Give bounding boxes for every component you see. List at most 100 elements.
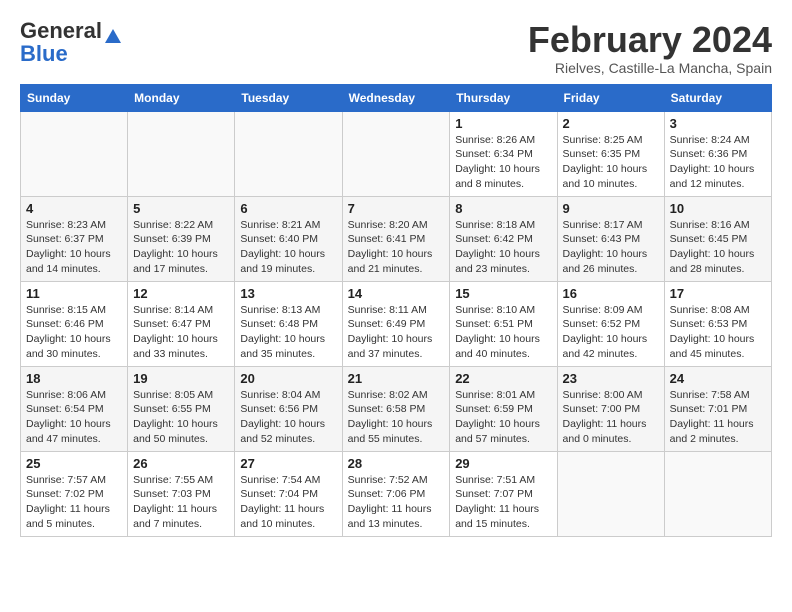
- day-number: 4: [26, 201, 122, 216]
- calendar-cell: 6 Sunrise: 8:21 AM Sunset: 6:40 PM Daylig…: [235, 196, 342, 281]
- day-info: Sunrise: 8:14 AM Sunset: 6:47 PM Dayligh…: [133, 303, 229, 362]
- header-tuesday: Tuesday: [235, 84, 342, 111]
- calendar-cell: 15 Sunrise: 8:10 AM Sunset: 6:51 PM Dayli…: [450, 281, 557, 366]
- day-number: 12: [133, 286, 229, 301]
- day-info: Sunrise: 8:09 AM Sunset: 6:52 PM Dayligh…: [563, 303, 659, 362]
- calendar-cell: 24 Sunrise: 7:58 AM Sunset: 7:01 PM Dayli…: [664, 366, 771, 451]
- calendar-cell: 13 Sunrise: 8:13 AM Sunset: 6:48 PM Dayli…: [235, 281, 342, 366]
- day-number: 20: [240, 371, 336, 386]
- calendar-week-row: 18 Sunrise: 8:06 AM Sunset: 6:54 PM Dayli…: [21, 366, 772, 451]
- day-info: Sunrise: 8:04 AM Sunset: 6:56 PM Dayligh…: [240, 388, 336, 447]
- day-info: Sunrise: 7:58 AM Sunset: 7:01 PM Dayligh…: [670, 388, 766, 447]
- calendar-cell: 4 Sunrise: 8:23 AM Sunset: 6:37 PM Daylig…: [21, 196, 128, 281]
- day-number: 13: [240, 286, 336, 301]
- day-info: Sunrise: 8:15 AM Sunset: 6:46 PM Dayligh…: [26, 303, 122, 362]
- day-info: Sunrise: 8:00 AM Sunset: 7:00 PM Dayligh…: [563, 388, 659, 447]
- logo-text: General: [20, 20, 122, 43]
- calendar-cell: [664, 451, 771, 536]
- calendar-cell: [128, 111, 235, 196]
- calendar-cell: 19Sunrise: 8:05 AM Sunset: 6:55 PM Dayli…: [128, 366, 235, 451]
- calendar-cell: 5 Sunrise: 8:22 AM Sunset: 6:39 PM Daylig…: [128, 196, 235, 281]
- day-number: 5: [133, 201, 229, 216]
- calendar-week-row: 11 Sunrise: 8:15 AM Sunset: 6:46 PM Dayli…: [21, 281, 772, 366]
- day-number: 3: [670, 116, 766, 131]
- day-number: 6: [240, 201, 336, 216]
- day-info: Sunrise: 7:52 AM Sunset: 7:06 PM Dayligh…: [348, 473, 445, 532]
- calendar-cell: 10Sunrise: 8:16 AM Sunset: 6:45 PM Dayli…: [664, 196, 771, 281]
- calendar-cell: 18 Sunrise: 8:06 AM Sunset: 6:54 PM Dayli…: [21, 366, 128, 451]
- calendar-cell: 27Sunrise: 7:54 AM Sunset: 7:04 PM Dayli…: [235, 451, 342, 536]
- calendar-cell: 12 Sunrise: 8:14 AM Sunset: 6:47 PM Dayli…: [128, 281, 235, 366]
- day-number: 14: [348, 286, 445, 301]
- day-info: Sunrise: 8:22 AM Sunset: 6:39 PM Dayligh…: [133, 218, 229, 277]
- calendar-cell: 16 Sunrise: 8:09 AM Sunset: 6:52 PM Dayli…: [557, 281, 664, 366]
- month-title: February 2024: [528, 20, 772, 60]
- day-info: Sunrise: 8:06 AM Sunset: 6:54 PM Dayligh…: [26, 388, 122, 447]
- calendar-cell: 11 Sunrise: 8:15 AM Sunset: 6:46 PM Dayli…: [21, 281, 128, 366]
- day-number: 22: [455, 371, 551, 386]
- day-number: 25: [26, 456, 122, 471]
- day-info: Sunrise: 8:11 AM Sunset: 6:49 PM Dayligh…: [348, 303, 445, 362]
- day-number: 8: [455, 201, 551, 216]
- header-thursday: Thursday: [450, 84, 557, 111]
- day-info: Sunrise: 8:02 AM Sunset: 6:58 PM Dayligh…: [348, 388, 445, 447]
- day-number: 28: [348, 456, 445, 471]
- day-info: Sunrise: 8:08 AM Sunset: 6:53 PM Dayligh…: [670, 303, 766, 362]
- logo-blue: Blue: [20, 43, 68, 65]
- calendar-cell: [342, 111, 450, 196]
- day-info: Sunrise: 8:01 AM Sunset: 6:59 PM Dayligh…: [455, 388, 551, 447]
- day-info: Sunrise: 8:10 AM Sunset: 6:51 PM Dayligh…: [455, 303, 551, 362]
- calendar-cell: [557, 451, 664, 536]
- day-number: 18: [26, 371, 122, 386]
- day-number: 26: [133, 456, 229, 471]
- day-number: 16: [563, 286, 659, 301]
- day-number: 15: [455, 286, 551, 301]
- day-info: Sunrise: 8:21 AM Sunset: 6:40 PM Dayligh…: [240, 218, 336, 277]
- day-number: 24: [670, 371, 766, 386]
- calendar-cell: 9 Sunrise: 8:17 AM Sunset: 6:43 PM Daylig…: [557, 196, 664, 281]
- calendar-cell: 25Sunrise: 7:57 AM Sunset: 7:02 PM Dayli…: [21, 451, 128, 536]
- day-number: 10: [670, 201, 766, 216]
- day-info: Sunrise: 8:26 AM Sunset: 6:34 PM Dayligh…: [455, 133, 551, 192]
- calendar-cell: 2Sunrise: 8:25 AM Sunset: 6:35 PM Daylig…: [557, 111, 664, 196]
- calendar-cell: 3 Sunrise: 8:24 AM Sunset: 6:36 PM Daylig…: [664, 111, 771, 196]
- day-info: Sunrise: 7:55 AM Sunset: 7:03 PM Dayligh…: [133, 473, 229, 532]
- day-info: Sunrise: 8:18 AM Sunset: 6:42 PM Dayligh…: [455, 218, 551, 277]
- day-info: Sunrise: 8:05 AM Sunset: 6:55 PM Dayligh…: [133, 388, 229, 447]
- title-area: February 2024 Rielves, Castille-La Manch…: [528, 20, 772, 76]
- calendar-cell: 29 Sunrise: 7:51 AM Sunset: 7:07 PM Dayli…: [450, 451, 557, 536]
- day-info: Sunrise: 8:24 AM Sunset: 6:36 PM Dayligh…: [670, 133, 766, 192]
- calendar-cell: 7 Sunrise: 8:20 AM Sunset: 6:41 PM Daylig…: [342, 196, 450, 281]
- logo-triangle-icon: [104, 27, 122, 45]
- calendar-week-row: 4 Sunrise: 8:23 AM Sunset: 6:37 PM Daylig…: [21, 196, 772, 281]
- day-number: 17: [670, 286, 766, 301]
- day-number: 29: [455, 456, 551, 471]
- location-subtitle: Rielves, Castille-La Mancha, Spain: [528, 60, 772, 76]
- day-info: Sunrise: 7:51 AM Sunset: 7:07 PM Dayligh…: [455, 473, 551, 532]
- calendar-cell: 21 Sunrise: 8:02 AM Sunset: 6:58 PM Dayli…: [342, 366, 450, 451]
- day-info: Sunrise: 8:17 AM Sunset: 6:43 PM Dayligh…: [563, 218, 659, 277]
- calendar-cell: 14 Sunrise: 8:11 AM Sunset: 6:49 PM Dayli…: [342, 281, 450, 366]
- day-number: 9: [563, 201, 659, 216]
- calendar-cell: 20 Sunrise: 8:04 AM Sunset: 6:56 PM Dayli…: [235, 366, 342, 451]
- calendar-cell: 23Sunrise: 8:00 AM Sunset: 7:00 PM Dayli…: [557, 366, 664, 451]
- day-number: 7: [348, 201, 445, 216]
- calendar-cell: 26 Sunrise: 7:55 AM Sunset: 7:03 PM Dayli…: [128, 451, 235, 536]
- header-monday: Monday: [128, 84, 235, 111]
- logo-general: General: [20, 18, 102, 43]
- day-info: Sunrise: 8:23 AM Sunset: 6:37 PM Dayligh…: [26, 218, 122, 277]
- calendar-table: SundayMondayTuesdayWednesdayThursdayFrid…: [20, 84, 772, 537]
- calendar-cell: [21, 111, 128, 196]
- logo: General Blue: [20, 20, 122, 65]
- day-info: Sunrise: 8:13 AM Sunset: 6:48 PM Dayligh…: [240, 303, 336, 362]
- day-info: Sunrise: 7:54 AM Sunset: 7:04 PM Dayligh…: [240, 473, 336, 532]
- header-sunday: Sunday: [21, 84, 128, 111]
- calendar-cell: 17 Sunrise: 8:08 AM Sunset: 6:53 PM Dayli…: [664, 281, 771, 366]
- day-number: 21: [348, 371, 445, 386]
- calendar-cell: 22 Sunrise: 8:01 AM Sunset: 6:59 PM Dayli…: [450, 366, 557, 451]
- day-number: 11: [26, 286, 122, 301]
- calendar-cell: 1Sunrise: 8:26 AM Sunset: 6:34 PM Daylig…: [450, 111, 557, 196]
- header-saturday: Saturday: [664, 84, 771, 111]
- calendar-week-row: 1Sunrise: 8:26 AM Sunset: 6:34 PM Daylig…: [21, 111, 772, 196]
- day-info: Sunrise: 8:20 AM Sunset: 6:41 PM Dayligh…: [348, 218, 445, 277]
